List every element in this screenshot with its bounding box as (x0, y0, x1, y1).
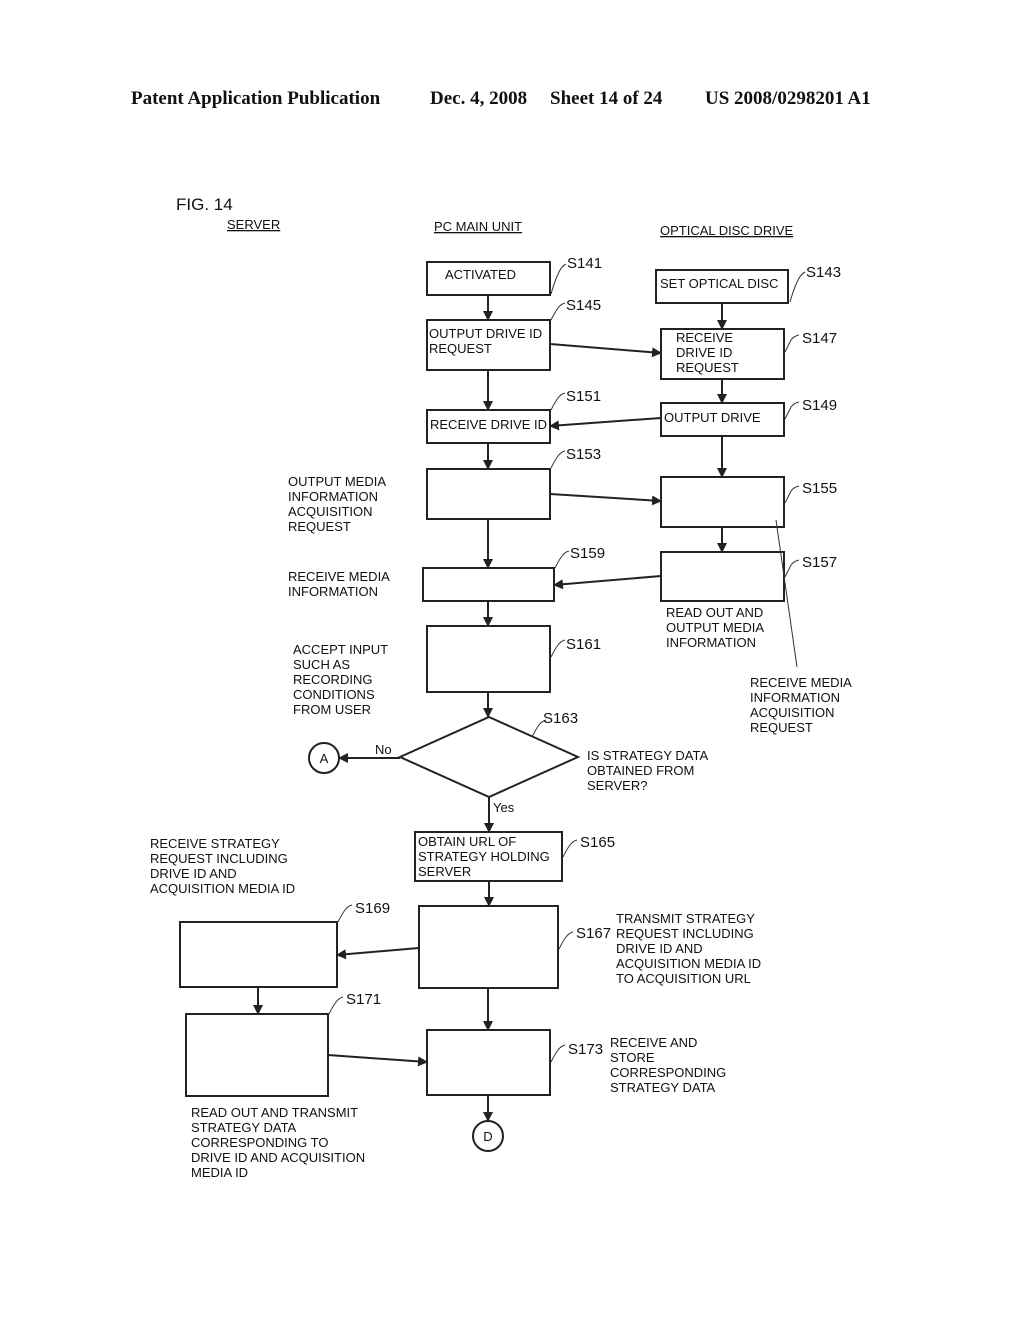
step-text-s151: RECEIVE DRIVE ID (430, 417, 547, 432)
arrow-s171-s173 (327, 1054, 428, 1067)
step-id-s157: S157 (802, 554, 837, 571)
step-id-s141: S141 (567, 255, 602, 272)
figure-label: FIG. 14 (176, 195, 233, 214)
tilde-s143 (789, 271, 806, 303)
tilde-s167 (558, 931, 574, 950)
lane-pc-main-unit: PC MAIN UNIT (434, 219, 522, 234)
step-id-s153: S153 (566, 446, 601, 463)
tilde-s147 (784, 334, 800, 353)
step-text-s171: READ OUT AND TRANSMIT STRATEGY DATA CORR… (191, 1105, 369, 1180)
step-text-s141: ACTIVATED (445, 267, 516, 282)
step-id-s145: S145 (566, 297, 601, 314)
step-text-s161: ACCEPT INPUT SUCH AS RECORDING CONDITION… (293, 642, 392, 717)
step-text-s147: RECEIVE DRIVE ID REQUEST (676, 330, 739, 375)
step-box-s153 (426, 468, 551, 520)
connector-d-label: D (483, 1129, 492, 1144)
step-text-s143: SET OPTICAL DISC (660, 276, 778, 291)
tilde-s153 (550, 450, 566, 469)
tilde-s159 (554, 550, 570, 569)
tilde-s165 (562, 839, 578, 858)
tilde-s155 (784, 485, 800, 504)
arrow-s153-s155 (549, 493, 662, 506)
step-box-s171 (185, 1013, 329, 1097)
step-id-s155: S155 (802, 480, 837, 497)
step-box-s167 (418, 905, 559, 989)
branch-yes-label: Yes (493, 800, 515, 815)
arrow-s145-s147 (549, 343, 662, 358)
step-text-s169: RECEIVE STRATEGY REQUEST INCLUDING DRIVE… (150, 836, 295, 896)
step-text-s163: IS STRATEGY DATA OBTAINED FROM SERVER? (587, 748, 711, 793)
step-text-s173: RECEIVE AND STORE CORRESPONDING STRATEGY… (610, 1035, 730, 1095)
step-box-s161 (426, 625, 551, 693)
step-id-s163: S163 (543, 710, 578, 727)
tilde-s149 (784, 401, 800, 420)
step-id-s173: S173 (568, 1041, 603, 1058)
tilde-s171 (328, 996, 344, 1015)
arrow-s157-s159 (553, 575, 662, 590)
step-id-s171: S171 (346, 991, 381, 1008)
step-box-s155 (660, 476, 785, 528)
flowchart: FIG. 14 SERVER PC MAIN UNIT OPTICAL DISC… (150, 195, 855, 1180)
step-box-s159 (422, 567, 555, 602)
tilde-s145 (550, 302, 566, 321)
tilde-s157 (784, 559, 800, 578)
tilde-s161 (550, 639, 566, 658)
arrow-s167-s169 (336, 947, 420, 960)
step-id-s167: S167 (576, 925, 611, 942)
step-id-s165: S165 (580, 834, 615, 851)
lane-optical-disc-drive: OPTICAL DISC DRIVE (660, 223, 793, 238)
step-text-s149: OUTPUT DRIVE (664, 410, 761, 425)
decision-s163 (397, 715, 581, 799)
step-id-s161: S161 (566, 636, 601, 653)
arrow-s149-s151 (549, 417, 662, 431)
step-text-s159: RECEIVE MEDIA INFORMATION (288, 569, 393, 599)
step-box-s157 (660, 551, 785, 602)
step-text-s155: RECEIVE MEDIA INFORMATION ACQUISITION RE… (750, 675, 855, 735)
branch-no-label: No (375, 742, 392, 757)
tilde-s141 (550, 263, 567, 295)
step-id-s151: S151 (566, 388, 601, 405)
tilde-s173 (550, 1044, 566, 1063)
step-id-s149: S149 (802, 397, 837, 414)
step-id-s169: S169 (355, 900, 390, 917)
step-text-s167: TRANSMIT STRATEGY REQUEST INCLUDING DRIV… (616, 911, 765, 986)
step-box-s169 (179, 921, 338, 988)
tilde-s169 (337, 904, 353, 923)
step-id-s147: S147 (802, 330, 837, 347)
step-text-s153: OUTPUT MEDIA INFORMATION ACQUISITION REQ… (288, 474, 389, 534)
step-id-s159: S159 (570, 545, 605, 562)
lane-server: SERVER (227, 217, 280, 232)
step-box-s173 (426, 1029, 551, 1096)
step-text-s157: READ OUT AND OUTPUT MEDIA INFORMATION (666, 605, 767, 650)
connector-a-label: A (320, 751, 329, 766)
tilde-s151 (550, 392, 566, 411)
step-id-s143: S143 (806, 264, 841, 281)
